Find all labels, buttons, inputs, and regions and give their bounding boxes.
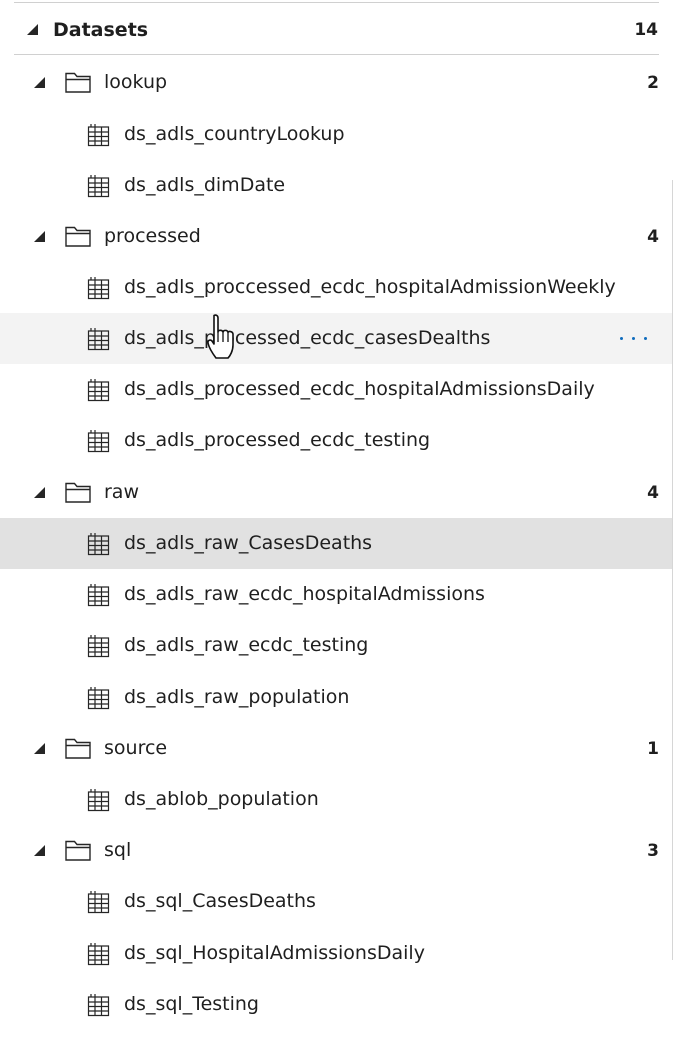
triangle-expanded-icon[interactable] — [34, 487, 45, 498]
table-icon — [87, 789, 110, 812]
folder-label: lookup — [104, 71, 168, 93]
folder-count: 4 — [647, 227, 659, 247]
table-icon — [87, 124, 110, 147]
table-icon — [87, 379, 110, 402]
table-icon — [87, 943, 110, 966]
folder-icon — [65, 738, 91, 759]
table-icon — [87, 994, 110, 1017]
hand-pointer-cursor — [207, 314, 234, 359]
folder-label: raw — [104, 481, 139, 503]
table-icon — [87, 175, 110, 198]
folder-icon — [65, 482, 91, 503]
dataset-label: ds_ablob_population — [124, 788, 319, 810]
dataset-item[interactable]: ds_adls_countryLookup — [0, 109, 673, 160]
triangle-expanded-icon[interactable] — [34, 231, 45, 242]
table-icon — [87, 635, 110, 658]
dataset-item[interactable]: ds_adls_proccessed_ecdc_hospitalAdmissio… — [0, 262, 673, 313]
dataset-label: ds_adls_processed_ecdc_testing — [124, 429, 431, 451]
folder-icon — [65, 840, 91, 861]
dataset-label: ds_adls_raw_ecdc_testing — [124, 634, 369, 656]
dataset-item[interactable]: ds_ablob_population — [0, 774, 673, 825]
dataset-label: ds_adls_raw_population — [124, 686, 350, 708]
triangle-expanded-icon[interactable] — [27, 24, 38, 35]
folder-count: 4 — [647, 483, 659, 503]
folder-count: 2 — [647, 73, 659, 93]
dataset-label: ds_sql_HospitalAdmissionsDaily — [124, 942, 425, 964]
table-icon — [87, 687, 110, 710]
folder-processed[interactable]: processed 4 — [0, 211, 673, 262]
triangle-expanded-icon[interactable] — [34, 77, 45, 88]
dataset-label: ds_adls_countryLookup — [124, 123, 345, 145]
dataset-label: ds_sql_Testing — [124, 993, 259, 1015]
table-icon — [87, 891, 110, 914]
triangle-expanded-icon[interactable] — [34, 743, 45, 754]
folder-sql[interactable]: sql 3 — [0, 825, 673, 876]
more-actions-icon[interactable] — [620, 337, 648, 341]
dataset-item[interactable]: ds_sql_Testing — [0, 979, 673, 1030]
dataset-label: ds_sql_CasesDeaths — [124, 890, 316, 912]
dataset-label: ds_adls_processed_ecdc_hospitalAdmission… — [124, 378, 595, 400]
folder-count: 1 — [647, 739, 659, 759]
folder-source[interactable]: source 1 — [0, 723, 673, 774]
folder-icon — [65, 72, 91, 93]
table-icon — [87, 584, 110, 607]
dataset-item-selected[interactable]: ds_adls_raw_CasesDeaths — [0, 518, 673, 569]
dataset-label: ds_adls_raw_CasesDeaths — [124, 532, 373, 554]
dataset-label: ds_adls_dimDate — [124, 174, 286, 196]
dataset-item-hovered[interactable]: ds_adls_processed_ecdc_casesDealths — [0, 313, 673, 364]
dataset-item[interactable]: ds_adls_processed_ecdc_hospitalAdmission… — [0, 364, 673, 415]
dataset-item[interactable]: ds_adls_raw_ecdc_testing — [0, 620, 673, 671]
datasets-title: Datasets — [53, 19, 149, 41]
dataset-item[interactable]: ds_adls_raw_ecdc_hospitalAdmissions — [0, 569, 673, 620]
dataset-label: ds_adls_processed_ecdc_casesDealths — [124, 327, 491, 349]
dataset-item[interactable]: ds_adls_raw_population — [0, 672, 673, 723]
dataset-item[interactable]: ds_adls_dimDate — [0, 160, 673, 211]
table-icon — [87, 533, 110, 556]
folder-count: 3 — [647, 841, 659, 861]
folder-label: source — [104, 737, 168, 759]
table-icon — [87, 277, 110, 300]
dataset-label: ds_adls_raw_ecdc_hospitalAdmissions — [124, 583, 485, 605]
folder-label: sql — [104, 839, 132, 861]
dataset-item[interactable]: ds_sql_HospitalAdmissionsDaily — [0, 928, 673, 979]
datasets-header[interactable]: Datasets 14 — [14, 5, 659, 55]
dataset-item[interactable]: ds_adls_processed_ecdc_testing — [0, 415, 673, 466]
table-icon — [87, 328, 110, 351]
dataset-item[interactable]: ds_sql_CasesDeaths — [0, 876, 673, 927]
folder-raw[interactable]: raw 4 — [0, 467, 673, 518]
datasets-count: 14 — [634, 20, 658, 40]
top-divider — [14, 2, 659, 3]
table-icon — [87, 430, 110, 453]
dataset-label: ds_adls_proccessed_ecdc_hospitalAdmissio… — [124, 276, 616, 298]
triangle-expanded-icon[interactable] — [34, 845, 45, 856]
folder-lookup[interactable]: lookup 2 — [0, 57, 673, 108]
folder-icon — [65, 226, 91, 247]
folder-label: processed — [104, 225, 201, 247]
